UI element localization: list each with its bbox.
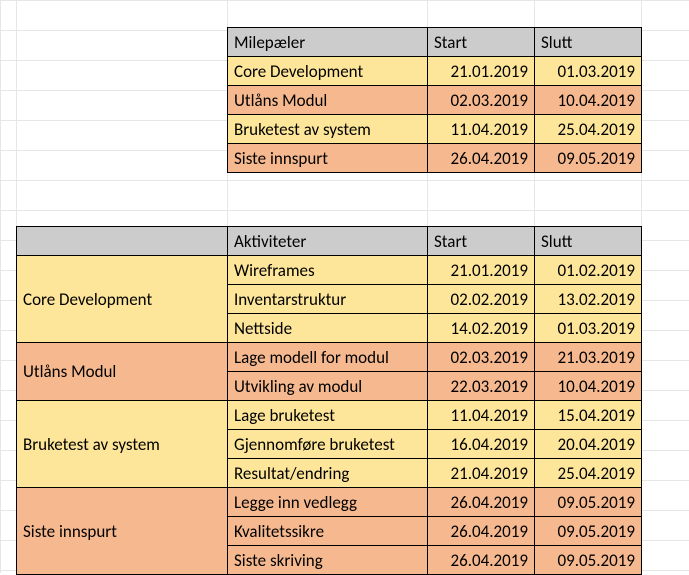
table-row: Utlåns ModulLage modell for modul02.03.2… bbox=[17, 343, 642, 372]
cell-end[interactable]: 09.05.2019 bbox=[535, 517, 642, 546]
cell-end[interactable]: 15.04.2019 bbox=[535, 401, 642, 430]
cell-start[interactable]: 14.02.2019 bbox=[428, 314, 535, 343]
category-cell[interactable]: Siste innspurt bbox=[17, 488, 228, 575]
table-row: Siste innspurt26.04.201909.05.2019 bbox=[228, 144, 642, 173]
cell-start[interactable]: 21.04.2019 bbox=[428, 459, 535, 488]
cell-start[interactable]: 22.03.2019 bbox=[428, 372, 535, 401]
cell-end[interactable]: 20.04.2019 bbox=[535, 430, 642, 459]
table-row: Siste innspurtLegge inn vedlegg26.04.201… bbox=[17, 488, 642, 517]
cell-end[interactable]: 09.05.2019 bbox=[535, 488, 642, 517]
category-cell[interactable]: Core Development bbox=[17, 256, 228, 343]
cell-start[interactable]: 26.04.2019 bbox=[428, 517, 535, 546]
cell-name[interactable]: Core Development bbox=[228, 57, 428, 86]
table-row: Utlåns Modul02.03.201910.04.2019 bbox=[228, 86, 642, 115]
cell-start[interactable]: 26.04.2019 bbox=[428, 488, 535, 517]
cell-name[interactable]: Nettside bbox=[228, 314, 428, 343]
header-cell-name[interactable]: Milepæler bbox=[228, 28, 428, 57]
cell-end[interactable]: 09.05.2019 bbox=[535, 546, 642, 575]
category-cell[interactable]: Bruketest av system bbox=[17, 401, 228, 488]
cell-name[interactable]: Siste innspurt bbox=[228, 144, 428, 173]
cell-end[interactable]: 01.02.2019 bbox=[535, 256, 642, 285]
activities-table: AktiviteterStartSluttCore DevelopmentWir… bbox=[16, 226, 642, 575]
cell-end[interactable]: 10.04.2019 bbox=[535, 86, 642, 115]
table-header-row: MilepælerStartSlutt bbox=[228, 28, 642, 57]
cell-name[interactable]: Bruketest av system bbox=[228, 115, 428, 144]
cell-start[interactable]: 11.04.2019 bbox=[428, 401, 535, 430]
cell-end[interactable]: 10.04.2019 bbox=[535, 372, 642, 401]
cell-name[interactable]: Utlåns Modul bbox=[228, 86, 428, 115]
cell-name[interactable]: Legge inn vedlegg bbox=[228, 488, 428, 517]
table-row: Bruketest av systemLage bruketest11.04.2… bbox=[17, 401, 642, 430]
header-cell-end[interactable]: Slutt bbox=[535, 28, 642, 57]
cell-start[interactable]: 02.03.2019 bbox=[428, 86, 535, 115]
table-row: Core DevelopmentWireframes21.01.201901.0… bbox=[17, 256, 642, 285]
cell-start[interactable]: 02.03.2019 bbox=[428, 343, 535, 372]
cell-name[interactable]: Inventarstruktur bbox=[228, 285, 428, 314]
activities-body: AktiviteterStartSluttCore DevelopmentWir… bbox=[17, 227, 642, 575]
cell-name[interactable]: Lage bruketest bbox=[228, 401, 428, 430]
cell-start[interactable]: 02.02.2019 bbox=[428, 285, 535, 314]
cell-start[interactable]: 26.04.2019 bbox=[428, 546, 535, 575]
cell-name[interactable]: Gjennomføre bruketest bbox=[228, 430, 428, 459]
header-cell-end[interactable]: Slutt bbox=[535, 227, 642, 256]
cell-end[interactable]: 21.03.2019 bbox=[535, 343, 642, 372]
cell-start[interactable]: 26.04.2019 bbox=[428, 144, 535, 173]
cell-name[interactable]: Resultat/endring bbox=[228, 459, 428, 488]
header-cell-start[interactable]: Start bbox=[428, 227, 535, 256]
cell-start[interactable]: 21.01.2019 bbox=[428, 256, 535, 285]
cell-end[interactable]: 13.02.2019 bbox=[535, 285, 642, 314]
table-row: Bruketest av system11.04.201925.04.2019 bbox=[228, 115, 642, 144]
table-row: Core Development21.01.201901.03.2019 bbox=[228, 57, 642, 86]
cell-end[interactable]: 01.03.2019 bbox=[535, 57, 642, 86]
header-cell-start[interactable]: Start bbox=[428, 28, 535, 57]
milestones-body: MilepælerStartSluttCore Development21.01… bbox=[228, 28, 642, 173]
header-cell-category[interactable] bbox=[17, 227, 228, 256]
cell-end[interactable]: 01.03.2019 bbox=[535, 314, 642, 343]
cell-end[interactable]: 25.04.2019 bbox=[535, 459, 642, 488]
category-cell[interactable]: Utlåns Modul bbox=[17, 343, 228, 401]
cell-end[interactable]: 25.04.2019 bbox=[535, 115, 642, 144]
cell-name[interactable]: Wireframes bbox=[228, 256, 428, 285]
cell-name[interactable]: Lage modell for modul bbox=[228, 343, 428, 372]
milestones-table: MilepælerStartSluttCore Development21.01… bbox=[227, 27, 642, 173]
cell-name[interactable]: Kvalitetssikre bbox=[228, 517, 428, 546]
cell-name[interactable]: Utvikling av modul bbox=[228, 372, 428, 401]
cell-start[interactable]: 16.04.2019 bbox=[428, 430, 535, 459]
cell-start[interactable]: 11.04.2019 bbox=[428, 115, 535, 144]
cell-start[interactable]: 21.01.2019 bbox=[428, 57, 535, 86]
cell-name[interactable]: Siste skriving bbox=[228, 546, 428, 575]
header-cell-name[interactable]: Aktiviteter bbox=[228, 227, 428, 256]
table-header-row: AktiviteterStartSlutt bbox=[17, 227, 642, 256]
cell-end[interactable]: 09.05.2019 bbox=[535, 144, 642, 173]
